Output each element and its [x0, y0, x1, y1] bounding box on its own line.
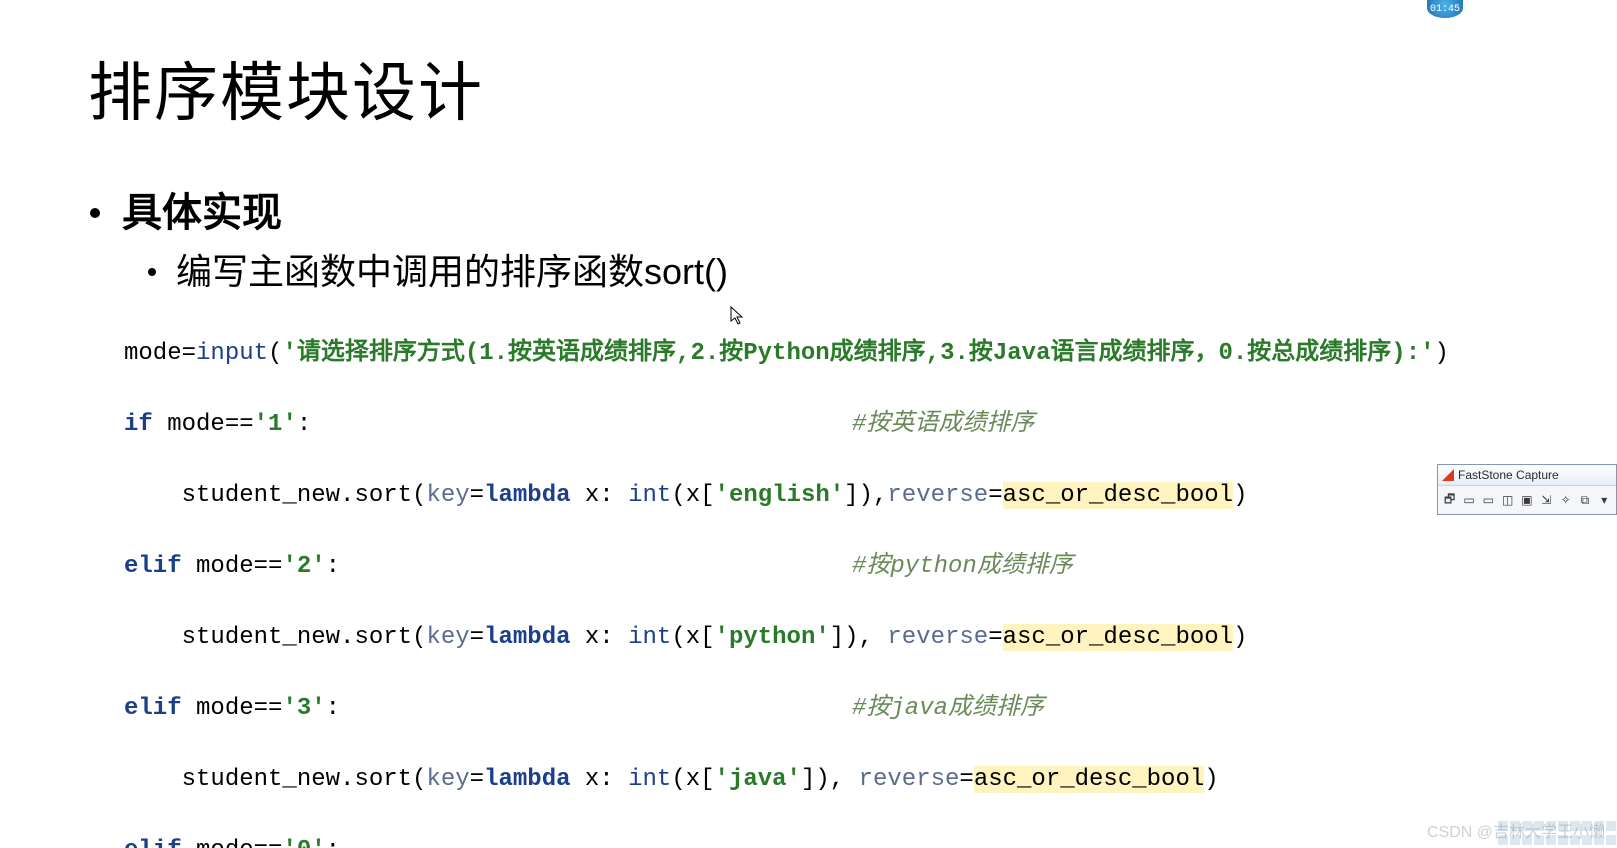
faststone-titlebar[interactable]: FastStone Capture — [1438, 465, 1616, 486]
slide: 01:45 排序模块设计 具体实现 编写主函数中调用的排序函数sort() mo… — [0, 0, 1617, 848]
code-comment: #按java成绩排序 — [852, 691, 1044, 727]
code-comment: #按英语成绩排序 — [852, 407, 1034, 443]
code-line: elif mode=='0': — [124, 833, 1617, 848]
code-line: elif mode=='3':#按java成绩排序 — [124, 691, 1617, 727]
bullet-dot-icon — [148, 268, 156, 276]
screen-recorder-icon[interactable]: ⧉ — [1576, 490, 1593, 510]
faststone-tools-row: 🗗 ▭ ▭ ◫ ▣ ⇲ ✧ ⧉ ▾ — [1438, 486, 1616, 514]
faststone-title: FastStone Capture — [1458, 468, 1559, 482]
code-line: if mode=='1':#按英语成绩排序 — [124, 407, 1617, 443]
recording-timer-badge: 01:45 — [1427, 0, 1463, 18]
code-line: student_new.sort(key=lambda x: int(x['py… — [124, 620, 1617, 656]
bullet-level-1: 具体实现 — [90, 180, 282, 238]
capture-scrolling-icon[interactable]: ⇲ — [1538, 490, 1555, 510]
capture-freehand-icon[interactable]: ◫ — [1499, 490, 1516, 510]
capture-fixed-icon[interactable]: ✧ — [1557, 490, 1574, 510]
settings-icon[interactable]: ▾ — [1596, 490, 1613, 510]
code-line: elif mode=='2':#按python成绩排序 — [124, 549, 1617, 585]
bullet-level-2: 编写主函数中调用的排序函数sort() — [148, 243, 728, 295]
capture-active-window-icon[interactable]: 🗗 — [1441, 490, 1458, 510]
capture-window-icon[interactable]: ▭ — [1460, 490, 1477, 510]
code-line: mode=input('请选择排序方式(1.按英语成绩排序,2.按Python成… — [124, 336, 1617, 372]
code-line: student_new.sort(key=lambda x: int(x['en… — [124, 478, 1617, 514]
code-line: student_new.sort(key=lambda x: int(x['ja… — [124, 762, 1617, 798]
code-comment: #按python成绩排序 — [852, 549, 1073, 585]
faststone-logo-icon — [1442, 469, 1454, 481]
bullet-l1-text: 具体实现 — [122, 180, 282, 238]
faststone-capture-toolbar[interactable]: FastStone Capture 🗗 ▭ ▭ ◫ ▣ ⇲ ✧ ⧉ ▾ — [1437, 464, 1617, 515]
pixelation-overlay — [1497, 820, 1617, 848]
bullet-l2-text: 编写主函数中调用的排序函数sort() — [176, 243, 728, 295]
bullet-dot-icon — [90, 208, 100, 218]
slide-title: 排序模块设计 — [88, 42, 484, 134]
capture-fullscreen-icon[interactable]: ▣ — [1518, 490, 1535, 510]
code-block: mode=input('请选择排序方式(1.按英语成绩排序,2.按Python成… — [124, 300, 1617, 848]
capture-rectangle-icon[interactable]: ▭ — [1480, 490, 1497, 510]
